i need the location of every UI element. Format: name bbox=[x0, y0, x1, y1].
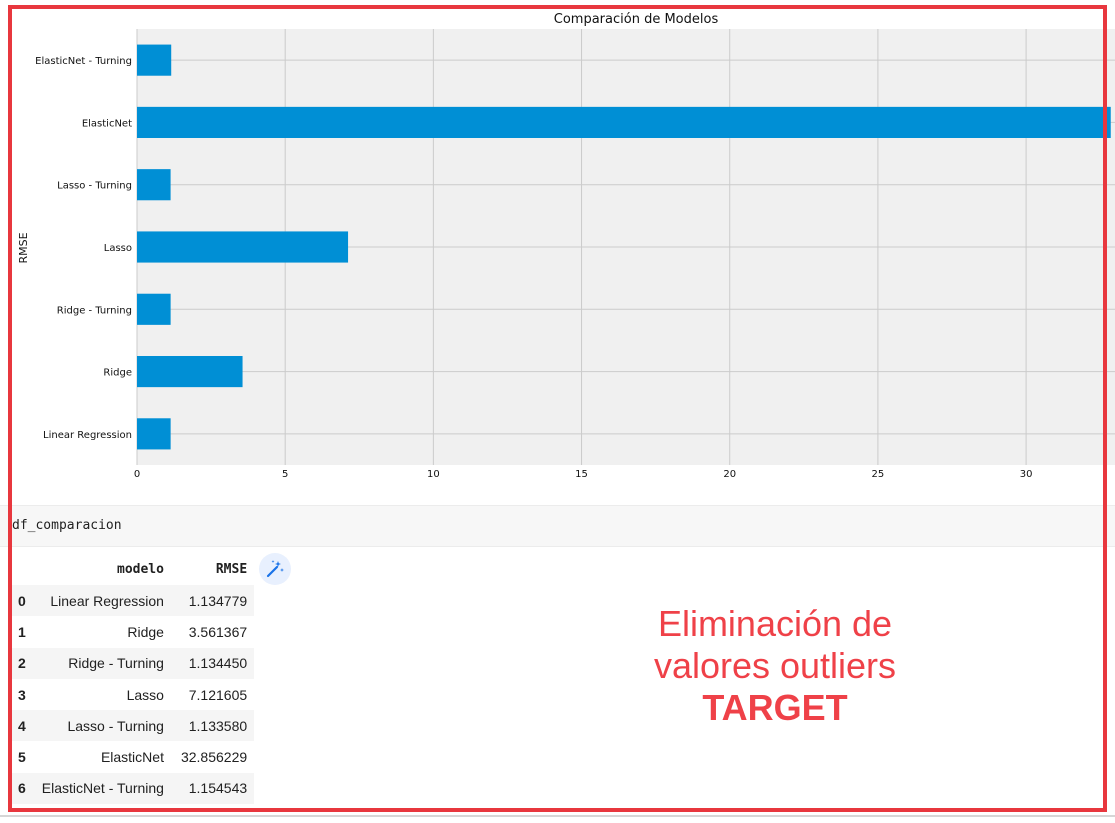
dataframe-table: modelo RMSE 0 Linear Regression 1.134779… bbox=[12, 553, 255, 805]
table-row: 6 ElasticNet - Turning 1.154543 bbox=[12, 772, 255, 805]
y-tick-label: Lasso bbox=[104, 243, 132, 254]
y-tick-label: ElasticNet bbox=[82, 118, 132, 129]
row-index: 3 bbox=[18, 686, 26, 703]
row-modelo: Lasso bbox=[126, 686, 164, 703]
annotation-line-2: valores outliers bbox=[653, 645, 897, 686]
bar bbox=[137, 418, 171, 450]
bar bbox=[137, 356, 243, 388]
y-tick-label: Linear Regression bbox=[43, 430, 132, 441]
row-rmse: 7.121605 bbox=[188, 686, 248, 703]
x-tick-label: 25 bbox=[872, 469, 885, 480]
index-header bbox=[12, 553, 32, 585]
x-tick-label: 20 bbox=[723, 469, 736, 480]
bar bbox=[137, 106, 1111, 138]
row-index: 2 bbox=[12, 647, 32, 679]
row-index: 5 bbox=[18, 749, 26, 766]
code-cell[interactable]: df_comparacion bbox=[0, 505, 1115, 547]
x-tick-label: 15 bbox=[575, 469, 588, 480]
annotation-line-3: TARGET bbox=[702, 687, 848, 728]
bar bbox=[137, 293, 171, 325]
annotation-text: Eliminación de valores outliers TARGET bbox=[600, 603, 950, 729]
modelo-header: modelo bbox=[117, 561, 164, 577]
chart-title: Comparación de Modelos bbox=[554, 12, 719, 27]
row-index: 1 bbox=[18, 623, 26, 640]
row-rmse: 1.133580 bbox=[170, 710, 255, 742]
suggest-charts-button[interactable] bbox=[259, 553, 291, 585]
bar bbox=[137, 44, 172, 76]
y-axis-label: RMSE bbox=[17, 232, 30, 263]
table-row: 4 Lasso - Turning 1.133580 bbox=[12, 710, 255, 742]
cell-divider bbox=[0, 815, 1115, 817]
table-header-row: modelo RMSE bbox=[12, 553, 254, 585]
row-index: 0 bbox=[12, 585, 32, 617]
x-tick-label: 5 bbox=[282, 469, 288, 480]
magic-wand-icon bbox=[266, 560, 284, 578]
table-row: 1 Ridge 3.561367 bbox=[12, 616, 254, 647]
row-index: 4 bbox=[12, 710, 32, 742]
rmse-header: RMSE bbox=[215, 561, 248, 577]
table-row: 3 Lasso 7.121605 bbox=[12, 679, 254, 710]
y-tick-labels: Linear Regression Ridge Ridge - Turning Las… bbox=[35, 56, 132, 441]
row-rmse: 1.134450 bbox=[170, 647, 255, 679]
y-tick-label: Lasso - Turning bbox=[57, 181, 132, 192]
bar bbox=[137, 231, 349, 263]
notebook-output: Linear Regression Ridge Ridge - Turning Las… bbox=[0, 0, 1115, 823]
bar-chart: Linear Regression Ridge Ridge - Turning Las… bbox=[17, 12, 1115, 480]
row-rmse: 1.134779 bbox=[170, 585, 255, 617]
x-tick-label: 0 bbox=[134, 469, 140, 480]
table-row: 2 Ridge - Turning 1.134450 bbox=[12, 647, 255, 679]
bar bbox=[137, 169, 171, 201]
row-modelo: Ridge bbox=[127, 623, 164, 640]
y-tick-label: Ridge - Turning bbox=[57, 305, 132, 316]
table-row: 5 ElasticNet 32.856229 bbox=[12, 741, 254, 772]
table-row: 0 Linear Regression 1.134779 bbox=[12, 585, 255, 617]
annotation-line-1: Eliminación de bbox=[657, 603, 893, 644]
code-text[interactable]: df_comparacion bbox=[12, 518, 122, 533]
row-rmse: 3.561367 bbox=[188, 623, 248, 640]
row-modelo: Linear Regression bbox=[31, 585, 171, 617]
y-tick-label: ElasticNet - Turning bbox=[35, 56, 132, 67]
x-tick-label: 30 bbox=[1020, 469, 1033, 480]
y-tick-label: Ridge bbox=[103, 368, 132, 379]
x-tick-labels: 0 5 10 15 20 25 30 bbox=[134, 469, 1033, 480]
row-rmse: 1.154543 bbox=[170, 772, 255, 805]
row-modelo: Lasso - Turning bbox=[31, 710, 171, 742]
row-modelo: ElasticNet bbox=[100, 749, 164, 766]
row-index: 6 bbox=[12, 772, 32, 805]
row-rmse: 32.856229 bbox=[180, 749, 248, 766]
row-modelo: ElasticNet - Turning bbox=[31, 772, 171, 805]
x-tick-label: 10 bbox=[427, 469, 440, 480]
row-modelo: Ridge - Turning bbox=[31, 647, 171, 679]
